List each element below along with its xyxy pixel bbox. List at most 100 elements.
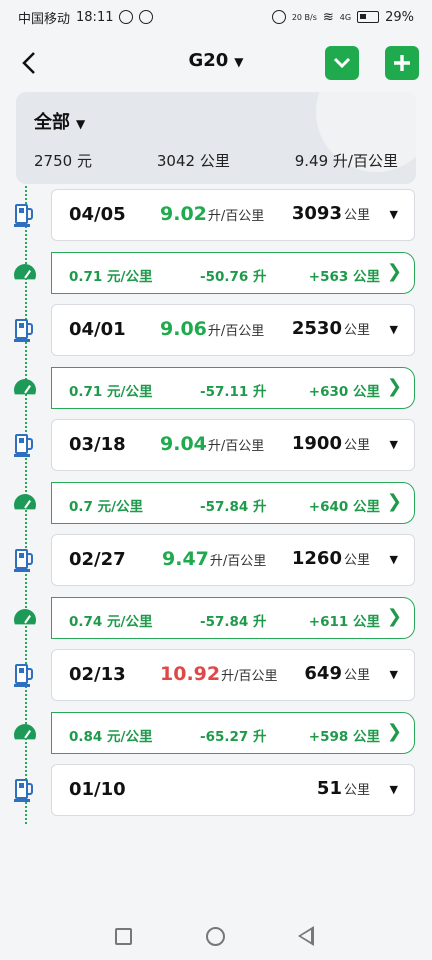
summary-stats: 2750 元 3042 公里 9.49 升/百公里 [34, 150, 398, 171]
status-bar: 中国移动 18:11 20 B/s ≋ 4G 29% [0, 0, 432, 34]
caret-down-icon[interactable]: ▼ [390, 783, 398, 796]
expand-all-button[interactable] [325, 46, 359, 80]
fuel-pump-icon [14, 662, 35, 688]
chevron-right-icon: ❯ [386, 261, 402, 282]
entry-odometer: 1900 公里 [292, 433, 370, 454]
cost-per-km: 0.71 元/公里 [69, 384, 153, 400]
distance-delta: +563 公里 [308, 269, 380, 285]
refuel-entry[interactable]: 04/05 9.02升/百公里 3093 公里 ▼ [51, 189, 415, 241]
fuel-pump-icon [14, 432, 35, 458]
add-record-button[interactable] [385, 46, 419, 80]
fuel-delta: -57.11 升 [200, 384, 267, 400]
caret-down-icon[interactable]: ▼ [390, 438, 398, 451]
consumption-unit: 升/百公里 [207, 439, 265, 454]
distance-delta: +630 公里 [308, 384, 380, 400]
speedometer-icon [14, 264, 36, 280]
caret-down-icon: ▼ [76, 117, 86, 131]
plus-icon [394, 55, 410, 71]
alarm-icon [271, 10, 286, 24]
chevron-right-icon: ❯ [386, 491, 402, 512]
cost-per-km: 0.74 元/公里 [69, 614, 153, 630]
segment-summary[interactable]: 0.84 元/公里 -65.27 升 +598 公里 ❯ [51, 712, 415, 754]
back-nav-button[interactable] [298, 926, 314, 946]
odometer-unit: 公里 [343, 438, 370, 453]
fuel-pump-icon [14, 777, 35, 803]
consumption-value: 9.47 [162, 548, 209, 570]
distance-delta: +598 公里 [308, 729, 380, 745]
caret-down-icon[interactable]: ▼ [390, 208, 398, 221]
segment-summary[interactable]: 0.7 元/公里 -57.84 升 +640 公里 ❯ [51, 482, 415, 524]
recents-button[interactable] [115, 928, 132, 945]
entry-odometer: 51 公里 [317, 778, 370, 799]
carrier-label: 中国移动 [18, 11, 71, 27]
entry-consumption: 9.06升/百公里 [160, 318, 264, 340]
segment-summary[interactable]: 0.71 元/公里 -57.11 升 +630 公里 ❯ [51, 367, 415, 409]
odometer-value: 2530 [291, 318, 342, 339]
net-speed: 20 B/s [291, 12, 317, 22]
fuel-delta: -57.84 升 [200, 499, 267, 515]
app-header: G20 ▼ [0, 40, 432, 84]
odometer-value: 3093 [291, 203, 342, 224]
refuel-entry[interactable]: 01/10 51 公里 ▼ [51, 764, 415, 816]
segment-summary[interactable]: 0.71 元/公里 -50.76 升 +563 公里 ❯ [51, 252, 415, 294]
segment-summary[interactable]: 0.74 元/公里 -57.84 升 +611 公里 ❯ [51, 597, 415, 639]
speedometer-icon [14, 494, 36, 510]
caret-down-icon[interactable]: ▼ [390, 323, 398, 336]
caret-down-icon[interactable]: ▼ [390, 553, 398, 566]
odometer-value: 1260 [291, 548, 342, 569]
odometer-unit: 公里 [343, 323, 370, 338]
refuel-entry[interactable]: 04/01 9.06升/百公里 2530 公里 ▼ [51, 304, 415, 356]
chevron-down-icon [333, 57, 351, 69]
refuel-entry[interactable]: 02/27 9.47升/百公里 1260 公里 ▼ [51, 534, 415, 586]
entry-odometer: 3093 公里 [292, 203, 370, 224]
odometer-unit: 公里 [343, 783, 370, 798]
battery-icon [357, 11, 380, 23]
speedometer-icon [14, 379, 36, 395]
notification-icon [119, 10, 134, 24]
entry-consumption: 9.02升/百公里 [160, 203, 264, 225]
caret-down-icon[interactable]: ▼ [390, 668, 398, 681]
filter-selector[interactable]: 全部 ▼ [34, 108, 85, 134]
cost-per-km: 0.7 元/公里 [69, 499, 144, 515]
consumption-value: 10.92 [160, 663, 221, 685]
chevron-right-icon: ❯ [386, 606, 402, 627]
caret-down-icon: ▼ [234, 55, 244, 69]
entry-consumption: 10.92升/百公里 [160, 663, 278, 685]
refuel-entry[interactable]: 03/18 9.04升/百公里 1900 公里 ▼ [51, 419, 415, 471]
fuel-pump-icon [14, 202, 35, 228]
entry-date: 01/10 [69, 779, 126, 800]
odometer-unit: 公里 [343, 553, 370, 568]
summary-card: 全部 ▼ 2750 元 3042 公里 9.49 升/百公里 [16, 92, 416, 184]
entry-date: 02/13 [69, 664, 126, 685]
entry-odometer: 649 公里 [304, 663, 370, 684]
odometer-value: 649 [304, 663, 342, 684]
clock: 18:11 [76, 9, 114, 25]
entry-date: 04/05 [69, 204, 126, 225]
consumption-value: 9.02 [160, 203, 207, 225]
vehicle-selector[interactable]: G20 ▼ [0, 50, 432, 71]
fuel-delta: -50.76 升 [200, 269, 267, 285]
consumption-value: 9.04 [160, 433, 207, 455]
odometer-value: 51 [316, 778, 342, 799]
speedometer-icon [14, 724, 36, 740]
total-cost: 2750 元 [34, 152, 92, 170]
speedometer-icon [14, 609, 36, 625]
chevron-right-icon: ❯ [386, 721, 402, 742]
total-distance: 3042 公里 [156, 152, 230, 170]
page-title: G20 [188, 50, 229, 71]
battery-level: 29% [385, 9, 414, 25]
average-consumption: 9.49 升/百公里 [294, 152, 398, 170]
cost-per-km: 0.84 元/公里 [69, 729, 153, 745]
consumption-unit: 升/百公里 [221, 669, 278, 684]
fuel-delta: -57.84 升 [200, 614, 267, 630]
refuel-entry[interactable]: 02/13 10.92升/百公里 649 公里 ▼ [51, 649, 415, 701]
home-button[interactable] [206, 927, 225, 946]
eye-icon [139, 10, 154, 24]
fuel-pump-icon [14, 547, 35, 573]
consumption-unit: 升/百公里 [209, 554, 267, 569]
filter-label: 全部 [34, 112, 70, 133]
cost-per-km: 0.71 元/公里 [69, 269, 153, 285]
entry-odometer: 2530 公里 [292, 318, 370, 339]
distance-delta: +640 公里 [308, 499, 380, 515]
system-nav-bar [0, 912, 432, 960]
